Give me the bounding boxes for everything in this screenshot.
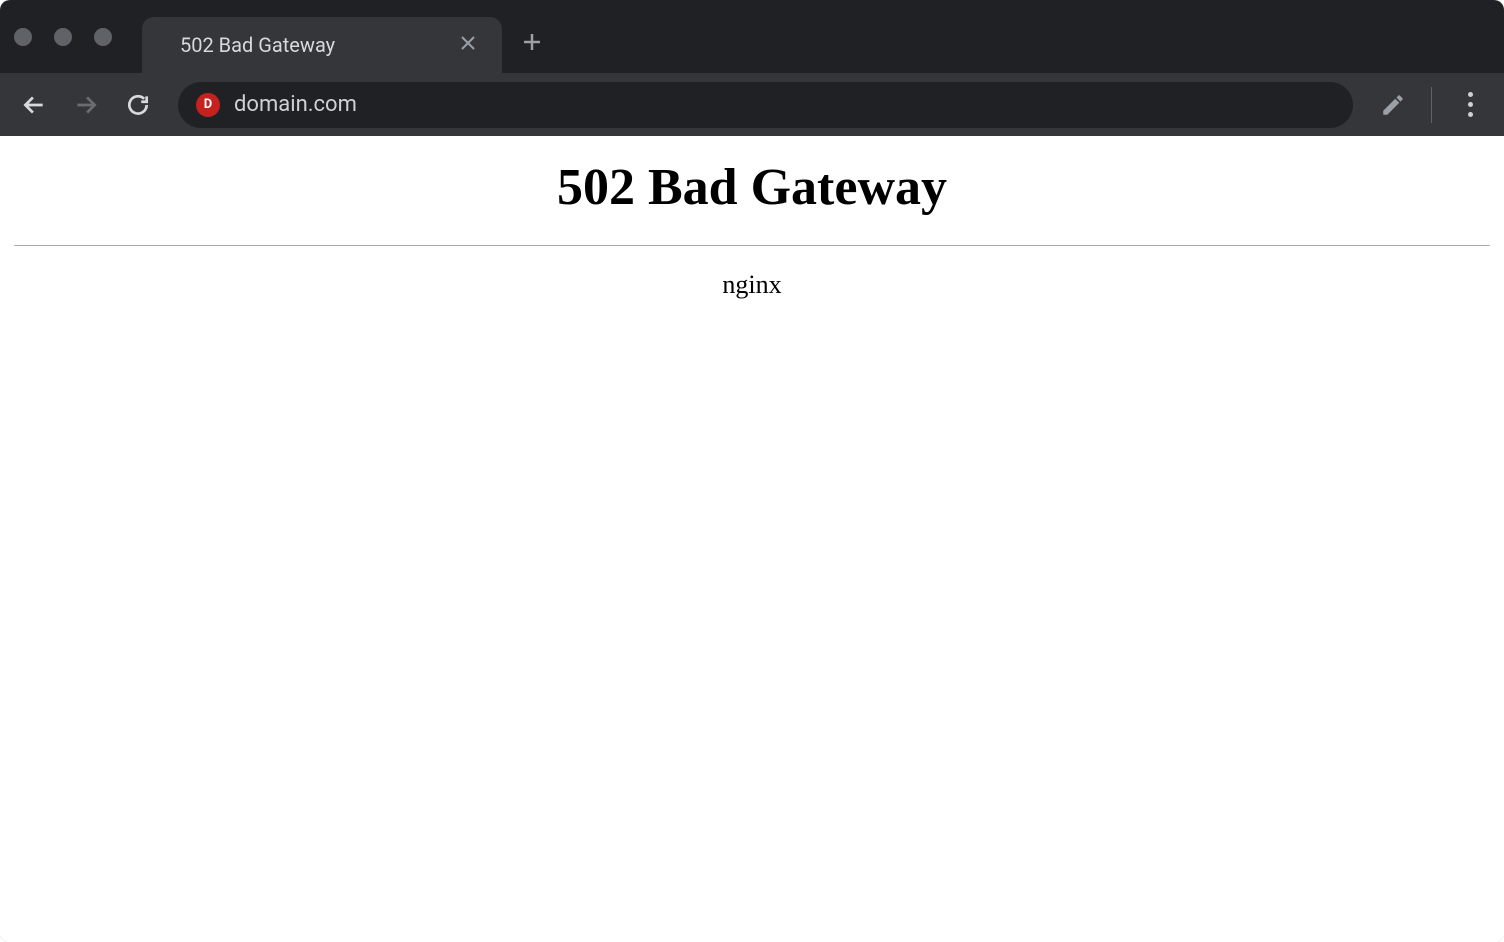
kebab-menu-icon [1468,92,1473,117]
arrow-right-icon [73,92,99,118]
browser-tab[interactable]: 502 Bad Gateway [142,17,502,73]
url-text: domain.com [234,92,1335,117]
close-tab-button[interactable] [452,30,484,60]
server-name: nginx [14,270,1490,300]
back-button[interactable] [14,85,54,125]
reload-icon [125,92,151,118]
new-tab-button[interactable] [502,29,562,57]
edit-url-button[interactable] [1373,85,1413,125]
address-bar[interactable]: D domain.com [178,82,1353,128]
site-favicon-icon: D [196,93,220,117]
pencil-icon [1380,92,1406,118]
window-maximize-button[interactable] [94,28,112,46]
tab-title: 502 Bad Gateway [180,33,452,57]
page-content: 502 Bad Gateway nginx [0,136,1504,942]
browser-menu-button[interactable] [1450,85,1490,125]
window-close-button[interactable] [14,28,32,46]
browser-window: 502 Bad Gateway D domain.com [0,0,1504,942]
error-heading: 502 Bad Gateway [14,158,1490,217]
reload-button[interactable] [118,85,158,125]
horizontal-rule [14,245,1490,246]
toolbar-divider [1431,87,1432,123]
forward-button[interactable] [66,85,106,125]
tab-strip: 502 Bad Gateway [0,0,1504,73]
window-minimize-button[interactable] [54,28,72,46]
window-controls [14,28,142,46]
favicon-letter: D [204,97,212,112]
arrow-left-icon [21,92,47,118]
browser-toolbar: D domain.com [0,73,1504,136]
